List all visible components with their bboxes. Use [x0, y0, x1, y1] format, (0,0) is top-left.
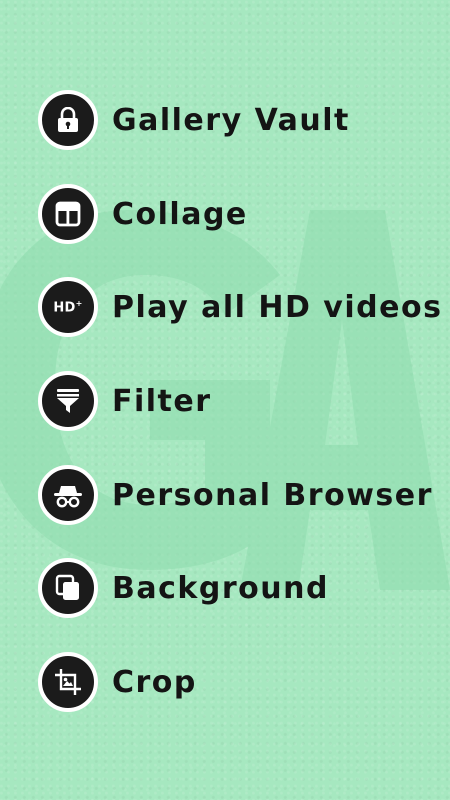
feature-item-gallery-vault[interactable]: Gallery Vault: [38, 87, 428, 153]
feature-item-collage[interactable]: Collage: [38, 181, 428, 247]
feature-item-hd-videos[interactable]: HD+ Play all HD videos: [38, 274, 441, 340]
feature-item-personal-browser[interactable]: Personal Browser: [38, 462, 431, 528]
feature-label: Personal Browser: [112, 477, 433, 513]
incognito-icon: [38, 465, 98, 525]
filter-funnel-icon: [38, 371, 98, 431]
feature-label: Gallery Vault: [112, 102, 350, 138]
hd-icon-text: HD: [53, 300, 76, 316]
feature-label: Filter: [112, 383, 212, 419]
crop-icon: [38, 652, 98, 712]
feature-item-crop[interactable]: Crop: [38, 649, 428, 715]
background-layers-icon: [38, 558, 98, 618]
feature-item-filter[interactable]: Filter: [38, 368, 428, 434]
feature-label: Background: [112, 570, 329, 606]
feature-label: Play all HD videos: [112, 289, 443, 325]
lock-icon: [38, 90, 98, 150]
feature-label: Collage: [112, 196, 248, 232]
hd-icon-superscript: +: [75, 298, 83, 308]
hd-plus-icon: HD+: [38, 277, 98, 337]
feature-item-background[interactable]: Background: [38, 555, 428, 621]
feature-label: Crop: [112, 664, 197, 700]
collage-layout-icon: [38, 184, 98, 244]
feature-list: Gallery Vault Collage HD+ Play all HD vi…: [0, 0, 450, 800]
